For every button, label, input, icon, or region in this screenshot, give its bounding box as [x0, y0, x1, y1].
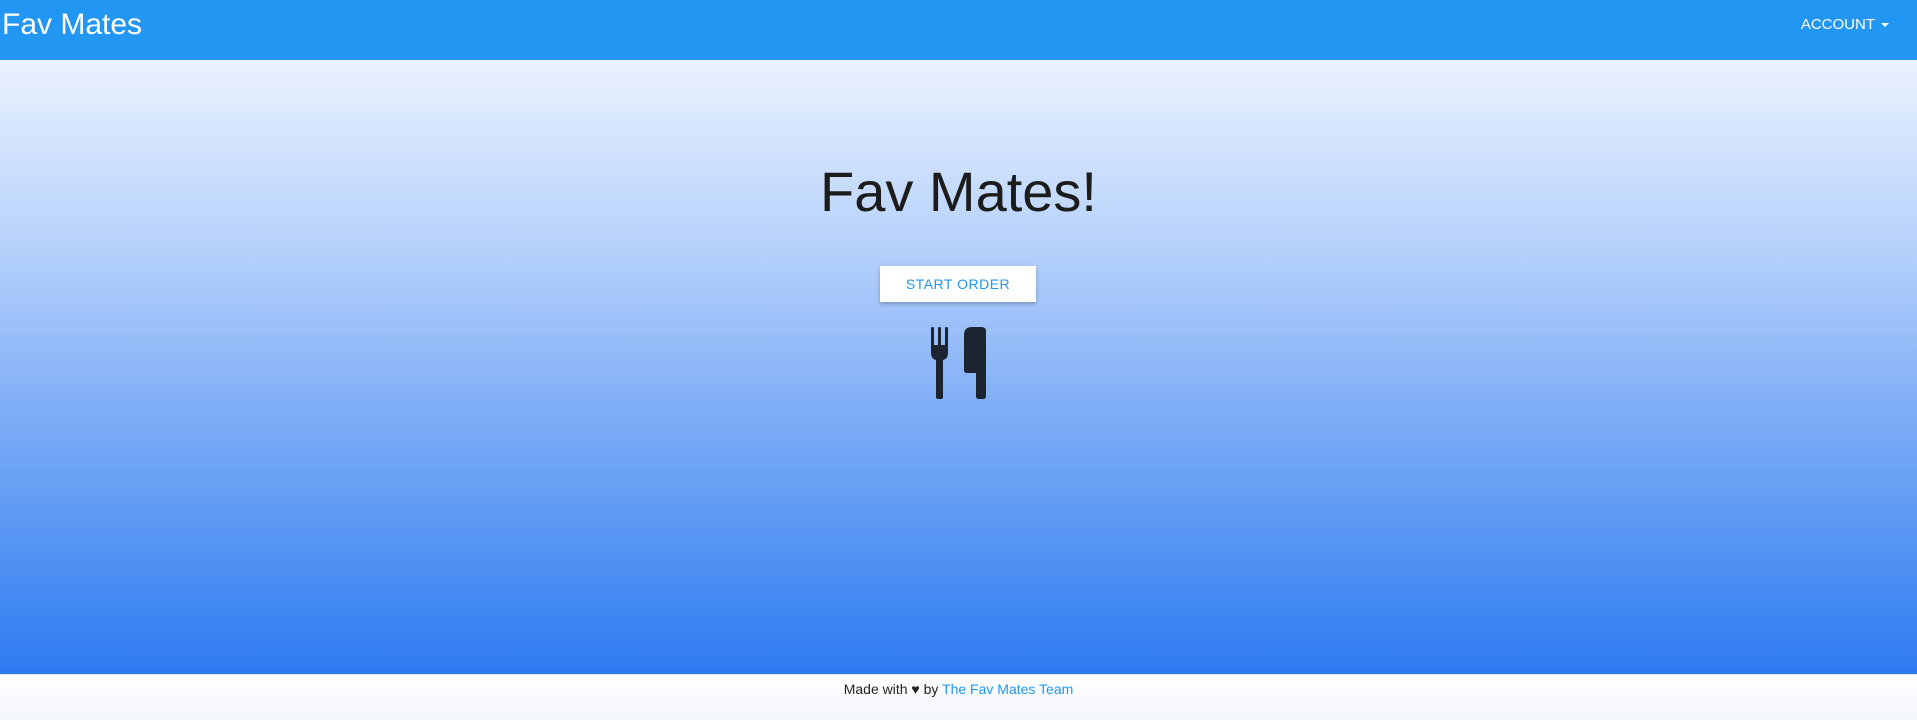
start-order-button[interactable]: START ORDER: [880, 266, 1036, 302]
account-dropdown[interactable]: ACCOUNT: [1801, 16, 1889, 33]
top-navbar: Fav Mates ACCOUNT: [0, 0, 1917, 60]
footer: Made with ♥ by The Fav Mates Team: [0, 674, 1917, 720]
account-label: ACCOUNT: [1800, 16, 1875, 33]
footer-prefix: Made with: [843, 681, 908, 697]
brand-logo-link[interactable]: Fav Mates: [2, 10, 142, 40]
heart-icon: ♥: [911, 681, 920, 697]
page-title: Fav Mates!: [820, 160, 1097, 223]
hero-section: Fav Mates! START ORDER: [0, 60, 1917, 674]
caret-down-icon: [1881, 22, 1889, 27]
team-link[interactable]: The Fav Mates Team: [942, 681, 1073, 697]
cutlery-icon: [931, 327, 986, 399]
footer-by: by: [923, 681, 939, 697]
